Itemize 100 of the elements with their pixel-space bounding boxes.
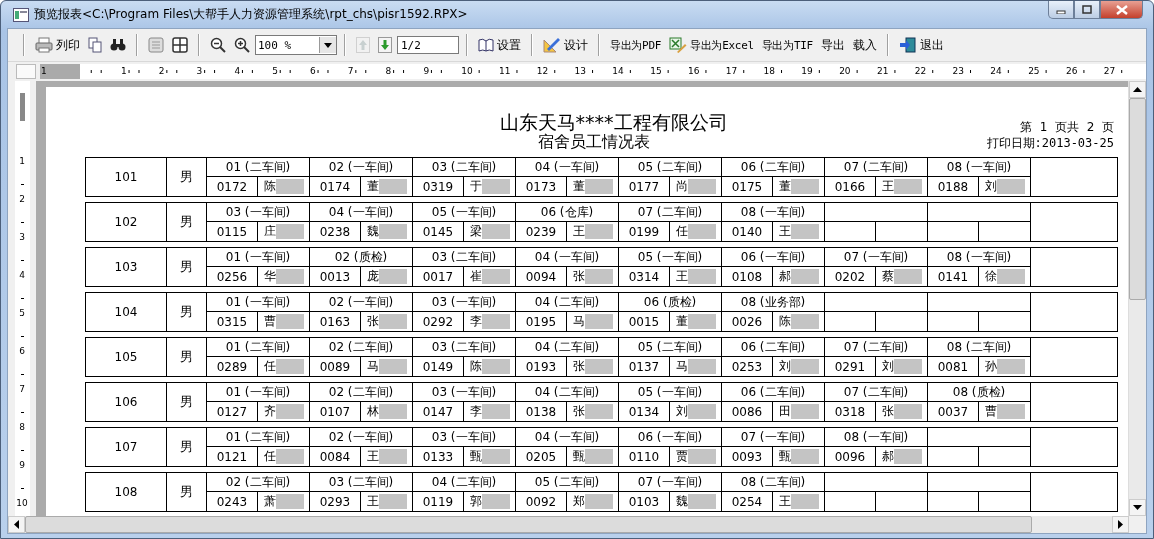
horizontal-scrollbar[interactable]	[8, 516, 1129, 533]
employee-id-cell: 0199	[619, 222, 670, 241]
bed-header-cell: 02 (二车间)	[207, 473, 310, 492]
bed-header-cell: 04 (一车间)	[516, 428, 619, 447]
employee-name: 魏	[675, 493, 688, 510]
employee-id-cell: 0127	[207, 402, 258, 421]
employee-name: 董	[675, 313, 688, 330]
bed-header-cell: 03 (二车间)	[310, 473, 413, 492]
employee-id-cell: 0140	[722, 222, 773, 241]
export-tif-button[interactable]: 导出为TIF	[758, 35, 816, 55]
employee-id-cell: 0133	[413, 447, 464, 466]
employee-name: 任	[263, 448, 276, 465]
ruler-number: 9	[19, 460, 25, 470]
bed-header-cell: 04 (一车间)	[516, 248, 619, 267]
employee-id-cell: 0163	[310, 312, 361, 331]
employee-name: 甄	[572, 448, 585, 465]
employee-name: 董	[778, 178, 791, 195]
employee-id-cell: 0137	[619, 357, 670, 376]
dropdown-icon	[324, 42, 332, 48]
bed-header-cell: 08 (一车间)	[928, 158, 1031, 177]
employee-name: 尚	[675, 178, 688, 195]
page-field[interactable]: 1/2	[397, 36, 459, 54]
room-number-cell: 105	[86, 338, 167, 376]
employee-name: 陈	[469, 358, 482, 375]
employee-id-cell: 0107	[310, 402, 361, 421]
scroll-left-icon[interactable]	[14, 520, 19, 529]
employee-name: 马	[572, 313, 585, 330]
employee-id-cell: 0026	[722, 312, 773, 331]
employee-id-cell: 0188	[928, 177, 979, 196]
employee-id-cell: 0195	[516, 312, 567, 331]
grid-icon	[172, 37, 188, 53]
bed-header-cell: 08 (二车间)	[928, 338, 1031, 357]
ruler-number: 27	[1102, 66, 1117, 76]
employee-id-cell: 0202	[825, 267, 876, 286]
bed-header-cell: 01 (一车间)	[207, 293, 310, 312]
bed-header-cell: 08 (一车间)	[825, 428, 928, 447]
employee-id-cell: 0289	[207, 357, 258, 376]
ruler-number: 19	[800, 66, 814, 76]
next-page-button[interactable]	[375, 35, 395, 55]
employee-name: 郝	[881, 448, 894, 465]
ruler-number: 16	[686, 66, 701, 76]
multi-page-button[interactable]	[169, 35, 191, 55]
maximize-button[interactable]	[1074, 1, 1100, 19]
exit-door-icon	[898, 37, 917, 53]
employee-name: 孙	[984, 358, 997, 375]
ruler-number: 2	[19, 194, 25, 204]
employee-name: 李	[469, 313, 482, 330]
employee-name: 贾	[675, 448, 688, 465]
room-number-cell: 101	[86, 158, 167, 196]
exit-button[interactable]: 退出	[895, 34, 947, 56]
binoculars-icon	[110, 38, 126, 52]
ruler-number: 1	[40, 66, 48, 76]
gender-cell: 男	[167, 203, 207, 241]
employee-name: 李	[469, 403, 482, 420]
ruler-number: 2	[157, 66, 166, 76]
employee-id-cell: 0103	[619, 492, 670, 511]
bed-header-cell: 08 (二车间)	[722, 473, 825, 492]
minimize-button[interactable]	[1048, 1, 1074, 19]
bed-header-cell: 04 (一车间)	[516, 158, 619, 177]
scroll-down-icon[interactable]	[1133, 505, 1142, 510]
scroll-up-icon[interactable]	[1133, 87, 1142, 92]
bed-header-cell: 07 (二车间)	[825, 383, 928, 402]
employee-name: 曹	[263, 313, 276, 330]
down-arrow-icon	[378, 37, 392, 53]
employee-id-cell: 0013	[310, 267, 361, 286]
ruler-number: 15	[649, 66, 663, 76]
up-arrow-icon	[356, 37, 370, 53]
employee-id-cell: 0015	[619, 312, 670, 331]
export-excel-button[interactable]: 导出为Excel	[666, 35, 757, 55]
print-button[interactable]: 列印	[32, 34, 83, 56]
gender-cell: 男	[167, 338, 207, 376]
ruler-number: 5	[271, 66, 279, 76]
scroll-right-icon[interactable]	[1118, 520, 1123, 529]
copy-button[interactable]	[85, 35, 105, 55]
employee-id-cell: 0174	[310, 177, 361, 196]
employee-id-cell: 0108	[722, 267, 773, 286]
employee-id-cell: 0081	[928, 357, 979, 376]
bed-header-cell: 03 (一车间)	[413, 293, 516, 312]
design-button[interactable]: 设计	[540, 34, 591, 56]
employee-id-cell: 0239	[516, 222, 567, 241]
bed-header-cell: 04 (二车间)	[516, 383, 619, 402]
setup-button[interactable]: 设置	[475, 34, 524, 56]
ruler-number: 20	[838, 66, 852, 76]
zoom-combo[interactable]: 100 %	[255, 35, 337, 55]
gender-cell: 男	[167, 293, 207, 331]
bed-header-cell: 04 (一车间)	[310, 203, 413, 222]
employee-id-cell: 0315	[207, 312, 258, 331]
export-button[interactable]: 导出	[817, 34, 848, 56]
load-button[interactable]: 载入	[849, 34, 880, 56]
bed-header-cell: 06 (仓库)	[516, 203, 619, 222]
close-button[interactable]	[1100, 1, 1143, 19]
employee-name: 梁	[469, 223, 482, 240]
employee-name: 崔	[469, 268, 482, 285]
employee-name: 王	[675, 268, 688, 285]
vertical-scrollbar[interactable]	[1128, 81, 1146, 516]
employee-id-cell: 0115	[207, 222, 258, 241]
room-number-cell: 104	[86, 293, 167, 331]
employee-name: 萧	[263, 493, 276, 510]
export-pdf-button[interactable]: 导出为PDF	[607, 35, 665, 55]
employee-id-cell: 0205	[516, 447, 567, 466]
